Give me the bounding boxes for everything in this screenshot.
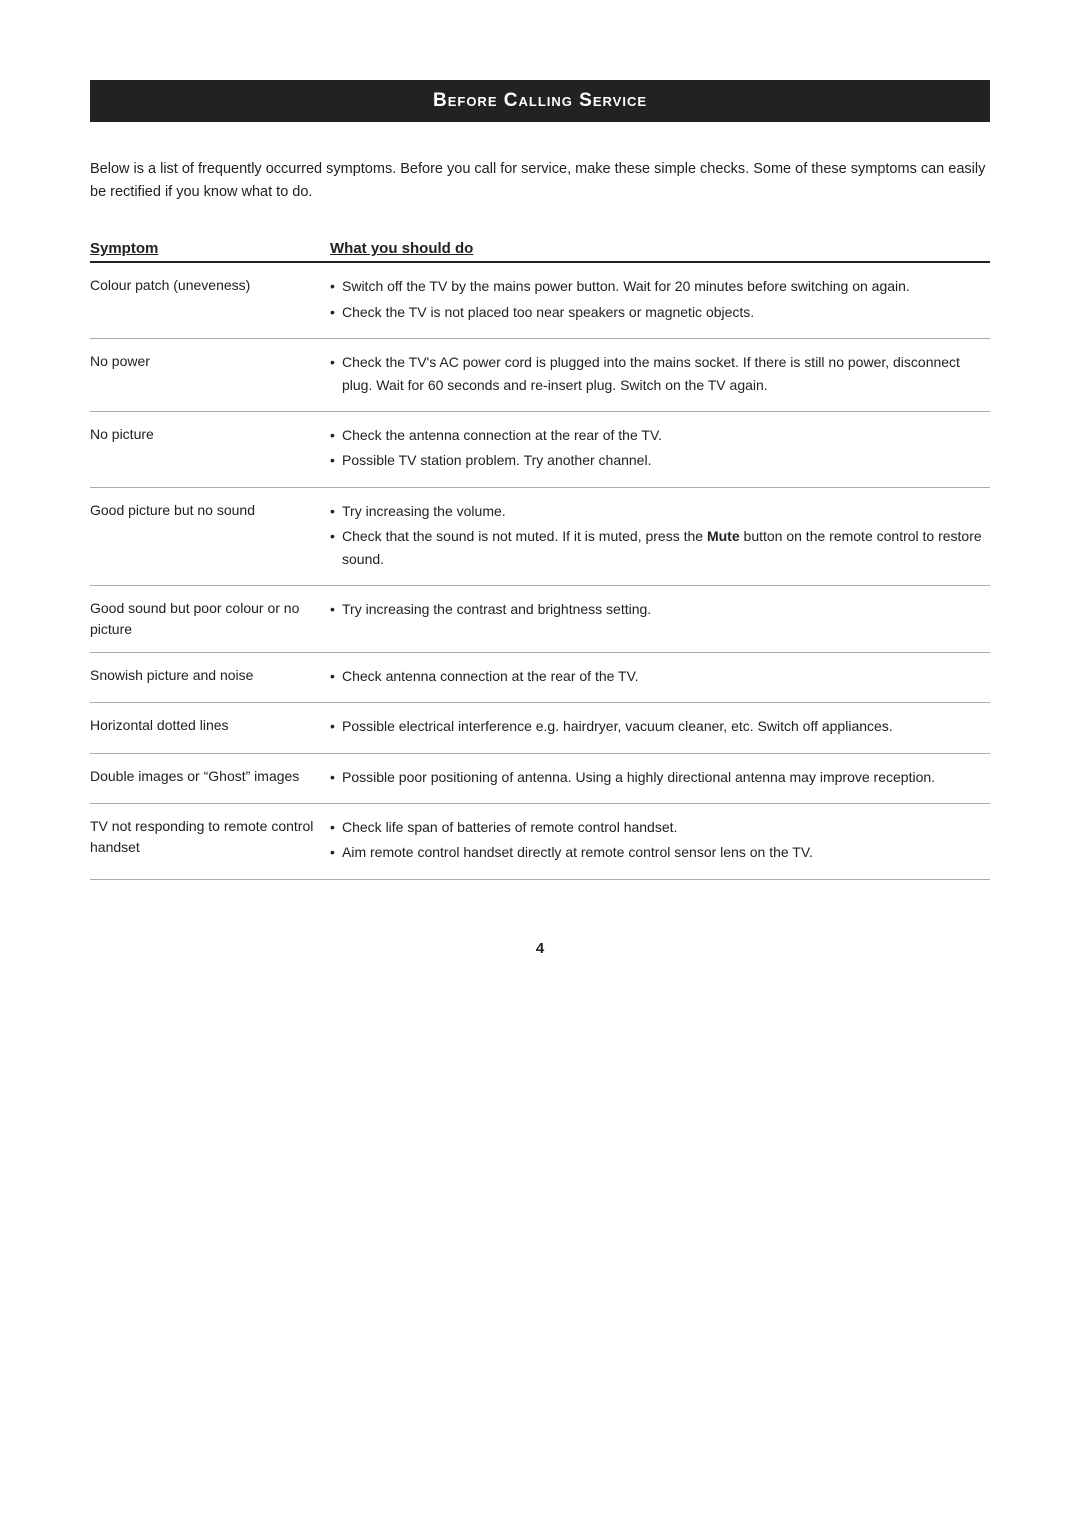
table-row: No pictureCheck the antenna connection a… — [90, 412, 990, 488]
action-item: Possible electrical interference e.g. ha… — [330, 715, 990, 737]
action-cell: Possible poor positioning of antenna. Us… — [330, 766, 990, 791]
action-cell: Check antenna connection at the rear of … — [330, 665, 990, 690]
action-item: Try increasing the volume. — [330, 500, 990, 522]
symptom-cell: TV not responding to remote control hand… — [90, 816, 330, 858]
action-cell: Check life span of batteries of remote c… — [330, 816, 990, 867]
table-row: Good sound but poor colour or no picture… — [90, 586, 990, 653]
table-row: Colour patch (uneveness)Switch off the T… — [90, 263, 990, 339]
page-title-bar: Before Calling Service — [90, 80, 990, 122]
symptom-cell: Good picture but no sound — [90, 500, 330, 521]
table-header: Symptom What you should do — [90, 240, 990, 263]
action-column-header: What you should do — [330, 240, 990, 257]
action-item: Check the TV is not placed too near spea… — [330, 301, 990, 323]
table-row: TV not responding to remote control hand… — [90, 804, 990, 880]
action-cell: Switch off the TV by the mains power but… — [330, 275, 990, 326]
action-cell: Try increasing the volume. Check that the… — [330, 500, 990, 573]
action-cell: Check the antenna connection at the rear… — [330, 424, 990, 475]
action-cell: Try increasing the contrast and brightne… — [330, 598, 990, 623]
action-item: Check life span of batteries of remote c… — [330, 816, 990, 838]
table-row: Snowish picture and noiseCheck antenna c… — [90, 653, 990, 703]
action-cell: Check the TV's AC power cord is plugged … — [330, 351, 990, 399]
symptom-cell: Colour patch (uneveness) — [90, 275, 330, 296]
symptom-cell: Horizontal dotted lines — [90, 715, 330, 736]
service-table: Symptom What you should do Colour patch … — [90, 240, 990, 879]
page-number: 4 — [90, 940, 990, 957]
action-item: Check that the sound is not muted. If it… — [330, 525, 990, 570]
action-item: Aim remote control handset directly at r… — [330, 841, 990, 863]
action-item: Possible TV station problem. Try another… — [330, 449, 990, 471]
intro-paragraph: Below is a list of frequently occurred s… — [90, 158, 990, 204]
action-item: Try increasing the contrast and brightne… — [330, 598, 990, 620]
symptom-cell: Snowish picture and noise — [90, 665, 330, 686]
table-row: No powerCheck the TV's AC power cord is … — [90, 339, 990, 412]
table-rows-container: Colour patch (uneveness)Switch off the T… — [90, 263, 990, 879]
symptom-cell: No power — [90, 351, 330, 372]
action-item: Check antenna connection at the rear of … — [330, 665, 990, 687]
action-item: Possible poor positioning of antenna. Us… — [330, 766, 990, 788]
table-row: Good picture but no soundTry increasing … — [90, 488, 990, 586]
action-item: Switch off the TV by the mains power but… — [330, 275, 990, 297]
action-item: Check the antenna connection at the rear… — [330, 424, 990, 446]
symptom-cell: No picture — [90, 424, 330, 445]
table-row: Double images or “Ghost” imagesPossible … — [90, 754, 990, 804]
action-cell: Possible electrical interference e.g. ha… — [330, 715, 990, 740]
page-title: Before Calling Service — [110, 90, 970, 112]
action-item: Check the TV's AC power cord is plugged … — [330, 351, 990, 396]
symptom-cell: Double images or “Ghost” images — [90, 766, 330, 787]
symptom-column-header: Symptom — [90, 240, 330, 257]
table-row: Horizontal dotted linesPossible electric… — [90, 703, 990, 753]
mute-bold: Mute — [707, 528, 740, 544]
symptom-cell: Good sound but poor colour or no picture — [90, 598, 330, 640]
